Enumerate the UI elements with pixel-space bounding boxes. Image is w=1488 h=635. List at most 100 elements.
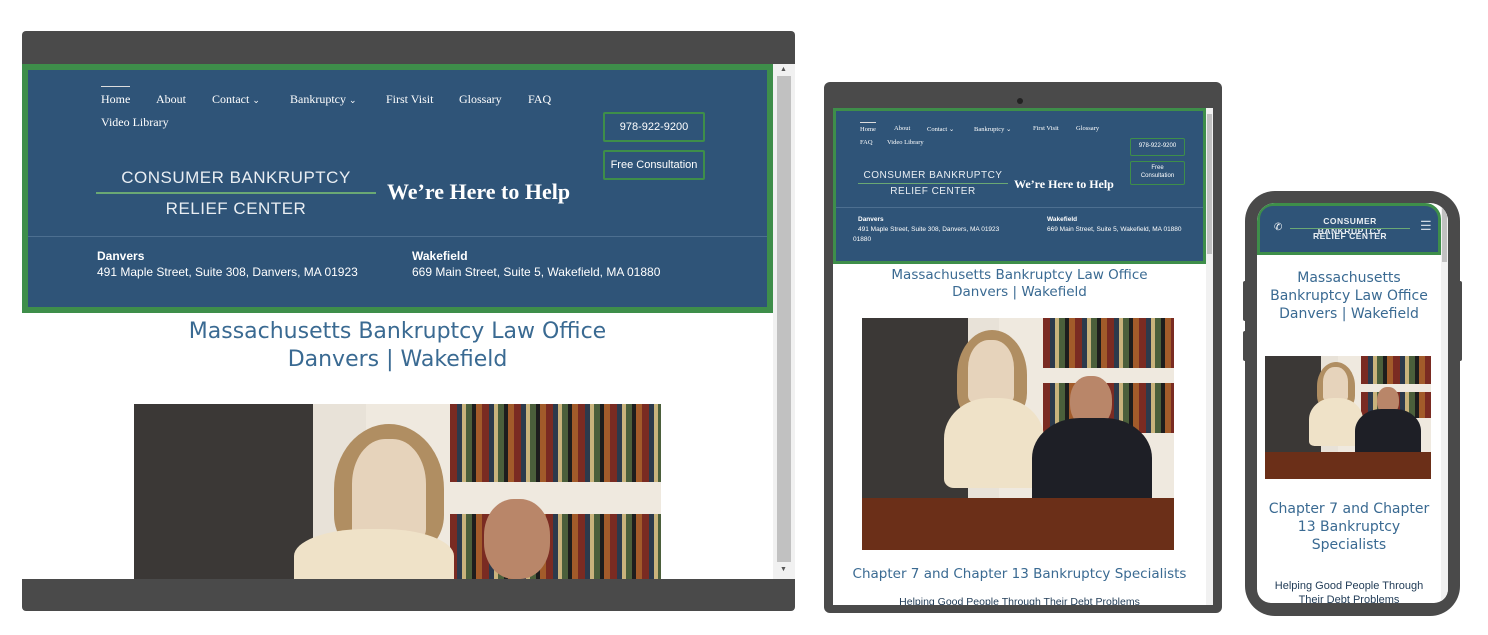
scrollbar-thumb[interactable] bbox=[777, 76, 791, 562]
specialists-line2: 13 Bankruptcy bbox=[1297, 519, 1401, 535]
scroll-up-arrow-icon[interactable]: ▲ bbox=[780, 66, 787, 73]
page-title-line1: Massachusetts Bankruptcy Law Office bbox=[891, 267, 1148, 283]
nav-bankruptcy[interactable]: Bankruptcy ⌄ bbox=[290, 92, 357, 107]
nav-contact-label: Contact bbox=[927, 126, 948, 133]
nav-contact-label: Contact bbox=[212, 92, 250, 106]
phone-icon[interactable]: ✆ bbox=[1274, 222, 1282, 233]
office-address: 491 Maple Street, Suite 308, Danvers, MA… bbox=[858, 226, 1000, 233]
volume-button bbox=[1243, 281, 1247, 321]
page-title-line2: Danvers | Wakefield bbox=[952, 284, 1087, 300]
office-name: Wakefield bbox=[1047, 216, 1078, 223]
tablet-viewport: Home About Contact ⌄ Bankruptcy ⌄ First … bbox=[833, 108, 1213, 605]
office-name: Wakefield bbox=[412, 249, 468, 263]
office-wakefield: Wakefield 669 Main Street, Suite 5, Wake… bbox=[1047, 215, 1182, 235]
tagline: We’re Here to Help bbox=[1014, 177, 1114, 191]
nav-bankruptcy[interactable]: Bankruptcy ⌄ bbox=[974, 125, 1011, 133]
nav-first-visit[interactable]: First Visit bbox=[386, 92, 433, 107]
page-title-line2: Bankruptcy Law Office bbox=[1270, 288, 1428, 304]
phone-button[interactable]: 978-922-9200 bbox=[603, 112, 705, 142]
office-address: 491 Maple Street, Suite 308, Danvers, MA… bbox=[97, 265, 358, 279]
free-consultation-button[interactable]: Free Consultation bbox=[1130, 161, 1185, 185]
phone-frame: ✆ CONSUMER BANKRUPTCY RELIEF CENTER ☰ Ma… bbox=[1243, 191, 1462, 616]
nav-faq[interactable]: FAQ bbox=[860, 139, 873, 146]
office-wakefield: Wakefield 669 Main Street, Suite 5, Wake… bbox=[412, 248, 660, 280]
chevron-down-icon: ⌄ bbox=[349, 95, 357, 105]
chevron-down-icon: ⌄ bbox=[948, 126, 955, 133]
chevron-down-icon: ⌄ bbox=[252, 95, 260, 105]
nav-glossary[interactable]: Glossary bbox=[1076, 125, 1099, 132]
page-title: Massachusetts Bankruptcy Law Office Danv… bbox=[833, 267, 1206, 301]
specialists-heading: Chapter 7 and Chapter 13 Bankruptcy Spec… bbox=[1257, 500, 1441, 554]
nav-contact[interactable]: Contact ⌄ bbox=[927, 125, 954, 133]
specialists-line1: Chapter 7 and Chapter bbox=[1268, 501, 1430, 517]
camera-icon bbox=[1017, 98, 1023, 104]
attorneys-photo bbox=[134, 404, 661, 579]
desktop-viewport: Home About Contact ⌄ Bankruptcy ⌄ First … bbox=[22, 64, 795, 579]
nav-bankruptcy-label: Bankruptcy bbox=[974, 126, 1005, 133]
helping-line1: Helping Good People Through bbox=[1274, 580, 1424, 592]
site-header: Home About Contact ⌄ Bankruptcy ⌄ First … bbox=[833, 108, 1206, 264]
nav-bankruptcy-label: Bankruptcy bbox=[290, 92, 346, 106]
nav-faq[interactable]: FAQ bbox=[528, 92, 551, 107]
nav-about[interactable]: About bbox=[894, 125, 910, 132]
logo-line1: CONSUMER BANKRUPTCY bbox=[863, 170, 1003, 181]
power-button bbox=[1458, 281, 1462, 361]
page-title-line1: Massachusetts bbox=[1297, 270, 1401, 286]
hamburger-menu-icon[interactable]: ☰ bbox=[1420, 218, 1432, 234]
attorneys-photo bbox=[1265, 356, 1431, 479]
logo-divider bbox=[858, 183, 1008, 184]
site-header: Home About Contact ⌄ Bankruptcy ⌄ First … bbox=[22, 64, 773, 313]
logo-line2: RELIEF CENTER bbox=[890, 186, 976, 197]
attorneys-photo bbox=[862, 318, 1174, 550]
tagline: We’re Here to Help bbox=[387, 179, 571, 204]
office-danvers: Danvers 491 Maple Street, Suite 308, Dan… bbox=[858, 215, 999, 235]
nav-home[interactable]: Home bbox=[860, 122, 876, 133]
nav-video-library[interactable]: Video Library bbox=[101, 115, 169, 130]
scroll-down-arrow-icon[interactable]: ▼ bbox=[780, 566, 787, 573]
header-divider bbox=[836, 207, 1203, 208]
scrollbar[interactable]: ▲ ▼ bbox=[773, 64, 795, 579]
nav-video-library[interactable]: Video Library bbox=[887, 139, 924, 146]
office-address: 669 Main Street, Suite 5, Wakefield, MA … bbox=[1047, 226, 1182, 233]
office-danvers: Danvers 491 Maple Street, Suite 308, Dan… bbox=[97, 248, 358, 280]
page-title: Massachusetts Bankruptcy Law Office Danv… bbox=[1257, 269, 1441, 323]
nav-contact[interactable]: Contact ⌄ bbox=[212, 92, 260, 107]
volume-button bbox=[1243, 331, 1247, 361]
scrollbar[interactable] bbox=[1441, 203, 1448, 603]
nav-home[interactable]: Home bbox=[101, 86, 131, 107]
helping-text: Helping Good People Through Their Debt P… bbox=[1257, 579, 1441, 603]
office-address-overflow: 01880 bbox=[853, 236, 872, 243]
header-divider bbox=[28, 236, 767, 237]
scrollbar-thumb[interactable] bbox=[1442, 207, 1447, 262]
page-title-line2: Danvers | Wakefield bbox=[287, 347, 508, 372]
button-label-line2: Consultation bbox=[1140, 173, 1175, 179]
office-address: 669 Main Street, Suite 5, Wakefield, MA … bbox=[412, 265, 661, 279]
desktop-browser-frame: Home About Contact ⌄ Bankruptcy ⌄ First … bbox=[22, 31, 795, 611]
nav-first-visit[interactable]: First Visit bbox=[1033, 125, 1059, 132]
free-consultation-button[interactable]: Free Consultation bbox=[603, 150, 705, 180]
helping-line2: Their Debt Problems bbox=[1298, 594, 1400, 603]
page-title-line1: Massachusetts Bankruptcy Law Office bbox=[188, 319, 607, 344]
specialists-line3: Specialists bbox=[1311, 537, 1387, 553]
logo-divider bbox=[1290, 228, 1410, 229]
nav-glossary[interactable]: Glossary bbox=[459, 92, 502, 107]
logo-line2: RELIEF CENTER bbox=[165, 199, 307, 218]
specialists-heading: Chapter 7 and Chapter 13 Bankruptcy Spec… bbox=[852, 566, 1187, 582]
scrollbar[interactable] bbox=[1206, 108, 1213, 605]
phone-viewport: ✆ CONSUMER BANKRUPTCY RELIEF CENTER ☰ Ma… bbox=[1257, 203, 1448, 603]
phone-button[interactable]: 978-922-9200 bbox=[1130, 138, 1185, 156]
office-name: Danvers bbox=[858, 216, 884, 223]
office-name: Danvers bbox=[97, 249, 145, 263]
logo-divider bbox=[96, 192, 376, 194]
logo-line1: CONSUMER BANKRUPTCY bbox=[121, 168, 351, 187]
helping-text: Helping Good People Through Their Debt P… bbox=[899, 596, 1140, 605]
tablet-frame: Home About Contact ⌄ Bankruptcy ⌄ First … bbox=[824, 82, 1222, 613]
page-title-line3: Danvers | Wakefield bbox=[1279, 306, 1419, 322]
button-label-line1: Free bbox=[1151, 165, 1164, 171]
page-title: Massachusetts Bankruptcy Law Office Danv… bbox=[22, 318, 773, 374]
logo-line2: RELIEF CENTER bbox=[1312, 231, 1388, 241]
scrollbar-thumb[interactable] bbox=[1207, 114, 1212, 254]
site-header: ✆ CONSUMER BANKRUPTCY RELIEF CENTER ☰ bbox=[1257, 203, 1441, 255]
chevron-down-icon: ⌄ bbox=[1005, 126, 1012, 133]
nav-about[interactable]: About bbox=[156, 92, 186, 107]
